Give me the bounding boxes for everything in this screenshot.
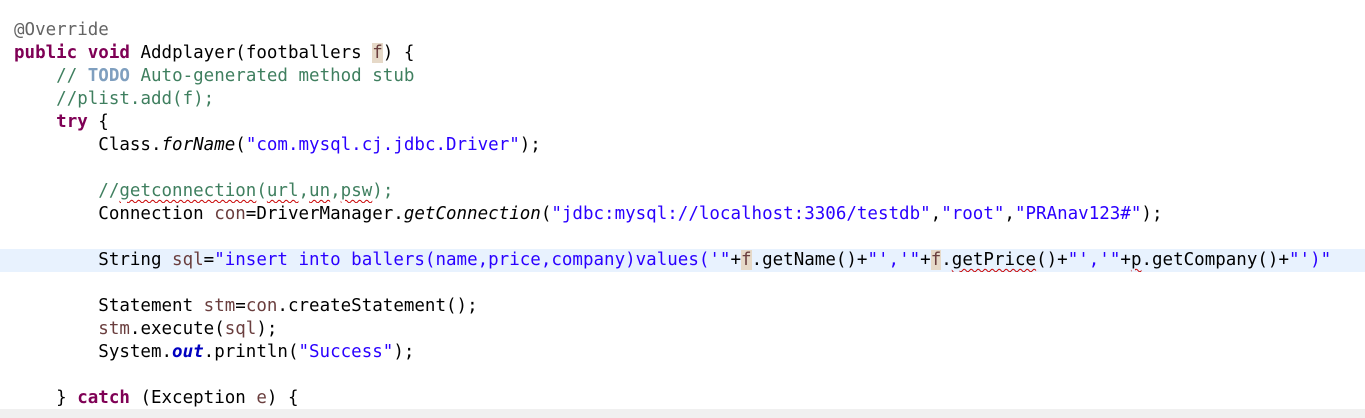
code-token: catch bbox=[77, 388, 130, 408]
code-token: con bbox=[214, 204, 246, 224]
code-token: url bbox=[266, 181, 299, 201]
code-line[interactable]: public void Addplayer(footballers f) { bbox=[0, 42, 1365, 65]
code-token: "jdbc:mysql://localhost:3306/testdb" bbox=[551, 204, 931, 224]
code-token: ) { bbox=[382, 43, 415, 63]
code-token: out bbox=[172, 342, 204, 362]
code-token: } bbox=[14, 388, 78, 408]
code-token: getconnection bbox=[119, 181, 257, 201]
code-token: .getName()+ bbox=[751, 250, 868, 270]
code-token: con bbox=[245, 296, 278, 316]
code-token: f bbox=[930, 250, 942, 270]
code-token: try bbox=[56, 112, 88, 132]
code-token: // bbox=[98, 181, 120, 201]
code-token: ); bbox=[393, 342, 415, 362]
code-token: "com.mysql.cj.jdbc.Driver" bbox=[245, 135, 520, 155]
code-editor[interactable]: @Override public void Addplayer(footballe… bbox=[0, 0, 1365, 418]
code-token: void bbox=[87, 43, 130, 63]
code-line[interactable]: @Override bbox=[0, 19, 1365, 42]
code-token: ); bbox=[1141, 204, 1163, 224]
code-token: .println( bbox=[203, 342, 299, 362]
code-token: .createStatement(); bbox=[277, 296, 478, 316]
code-token: ); bbox=[372, 181, 394, 201]
code-token: "root" bbox=[941, 204, 1005, 224]
code-token: = bbox=[203, 250, 215, 270]
code-token: Auto-generated method stub bbox=[129, 66, 415, 86]
code-line[interactable] bbox=[0, 157, 1365, 180]
code-token: "insert into ballers(name,price,company)… bbox=[214, 250, 731, 270]
code-line[interactable]: Connection con=DriverManager.getConnecti… bbox=[0, 203, 1365, 226]
code-token: ( bbox=[256, 181, 267, 201]
code-token: = bbox=[235, 296, 246, 316]
code-token: // bbox=[56, 66, 88, 86]
code-token: System. bbox=[14, 342, 173, 362]
code-token: , bbox=[330, 181, 341, 201]
code-token: public bbox=[14, 43, 78, 63]
code-line[interactable]: Class.forName("com.mysql.cj.jdbc.Driver"… bbox=[0, 134, 1365, 157]
code-line[interactable]: String sql="insert into ballers(name,pri… bbox=[0, 249, 1365, 272]
code-token: "','" bbox=[867, 250, 921, 270]
code-token: , bbox=[1004, 204, 1015, 224]
code-line[interactable]: stm.execute(sql); bbox=[0, 318, 1365, 341]
code-token: ); bbox=[519, 135, 541, 155]
code-token: Connection bbox=[14, 204, 215, 224]
code-token: ( bbox=[235, 135, 246, 155]
code-token: getConnection bbox=[403, 204, 541, 224]
code-token: .execute( bbox=[129, 319, 225, 339]
code-token: stm bbox=[203, 296, 236, 316]
code-token: sql bbox=[172, 250, 204, 270]
code-line[interactable] bbox=[0, 364, 1365, 387]
code-token: ); bbox=[256, 319, 278, 339]
code-line[interactable]: System.out.println("Success"); bbox=[0, 341, 1365, 364]
code-token: + bbox=[1120, 250, 1131, 270]
code-token: f bbox=[741, 250, 752, 270]
code-line[interactable]: //plist.add(f); bbox=[0, 88, 1365, 111]
code-token: un bbox=[309, 181, 331, 201]
code-token: (Exception bbox=[129, 388, 257, 408]
code-line[interactable]: //getconnection(url,un,psw); bbox=[0, 180, 1365, 203]
code-token: + bbox=[920, 250, 931, 270]
code-token: Addplayer(footballers bbox=[129, 43, 373, 63]
code-token: sql bbox=[224, 319, 257, 339]
code-token: TODO bbox=[87, 66, 130, 86]
code-token: getPrice bbox=[951, 250, 1037, 270]
code-line[interactable]: } catch (Exception e) { bbox=[0, 387, 1365, 410]
code-token: f bbox=[372, 43, 383, 63]
code-token: =DriverManager. bbox=[245, 204, 404, 224]
code-token: ()+ bbox=[1036, 250, 1068, 270]
code-line[interactable]: try { bbox=[0, 111, 1365, 134]
code-token: ) { bbox=[266, 388, 299, 408]
code-token: forName bbox=[161, 135, 236, 155]
code-token: stm bbox=[98, 319, 130, 339]
code-token: Statement bbox=[14, 296, 204, 316]
code-token: .getCompany()+ bbox=[1141, 250, 1289, 270]
code-token: String bbox=[14, 250, 173, 270]
code-token: //plist.add(f); bbox=[56, 89, 215, 109]
code-token: psw bbox=[340, 181, 373, 201]
code-line[interactable] bbox=[0, 226, 1365, 249]
code-token: ( bbox=[540, 204, 552, 224]
code-token: "')" bbox=[1289, 250, 1332, 270]
code-line[interactable]: Statement stm=con.createStatement(); bbox=[0, 295, 1365, 318]
code-token: "','" bbox=[1067, 250, 1121, 270]
code-token: p bbox=[1130, 250, 1142, 270]
code-token: , bbox=[298, 181, 310, 201]
code-token: Class. bbox=[14, 135, 162, 155]
horizontal-scrollbar-track[interactable] bbox=[0, 409, 1365, 418]
code-token: @Override bbox=[14, 20, 109, 40]
code-line[interactable] bbox=[0, 272, 1365, 295]
code-token: + bbox=[730, 250, 742, 270]
code-token: "Success" bbox=[298, 342, 394, 362]
code-token: e bbox=[256, 388, 267, 408]
code-token: , bbox=[930, 204, 942, 224]
code-line[interactable]: // TODO Auto-generated method stub bbox=[0, 65, 1365, 88]
code-token: . bbox=[941, 250, 952, 270]
code-token: { bbox=[87, 112, 109, 132]
code-token: "PRAnav123#" bbox=[1014, 204, 1142, 224]
